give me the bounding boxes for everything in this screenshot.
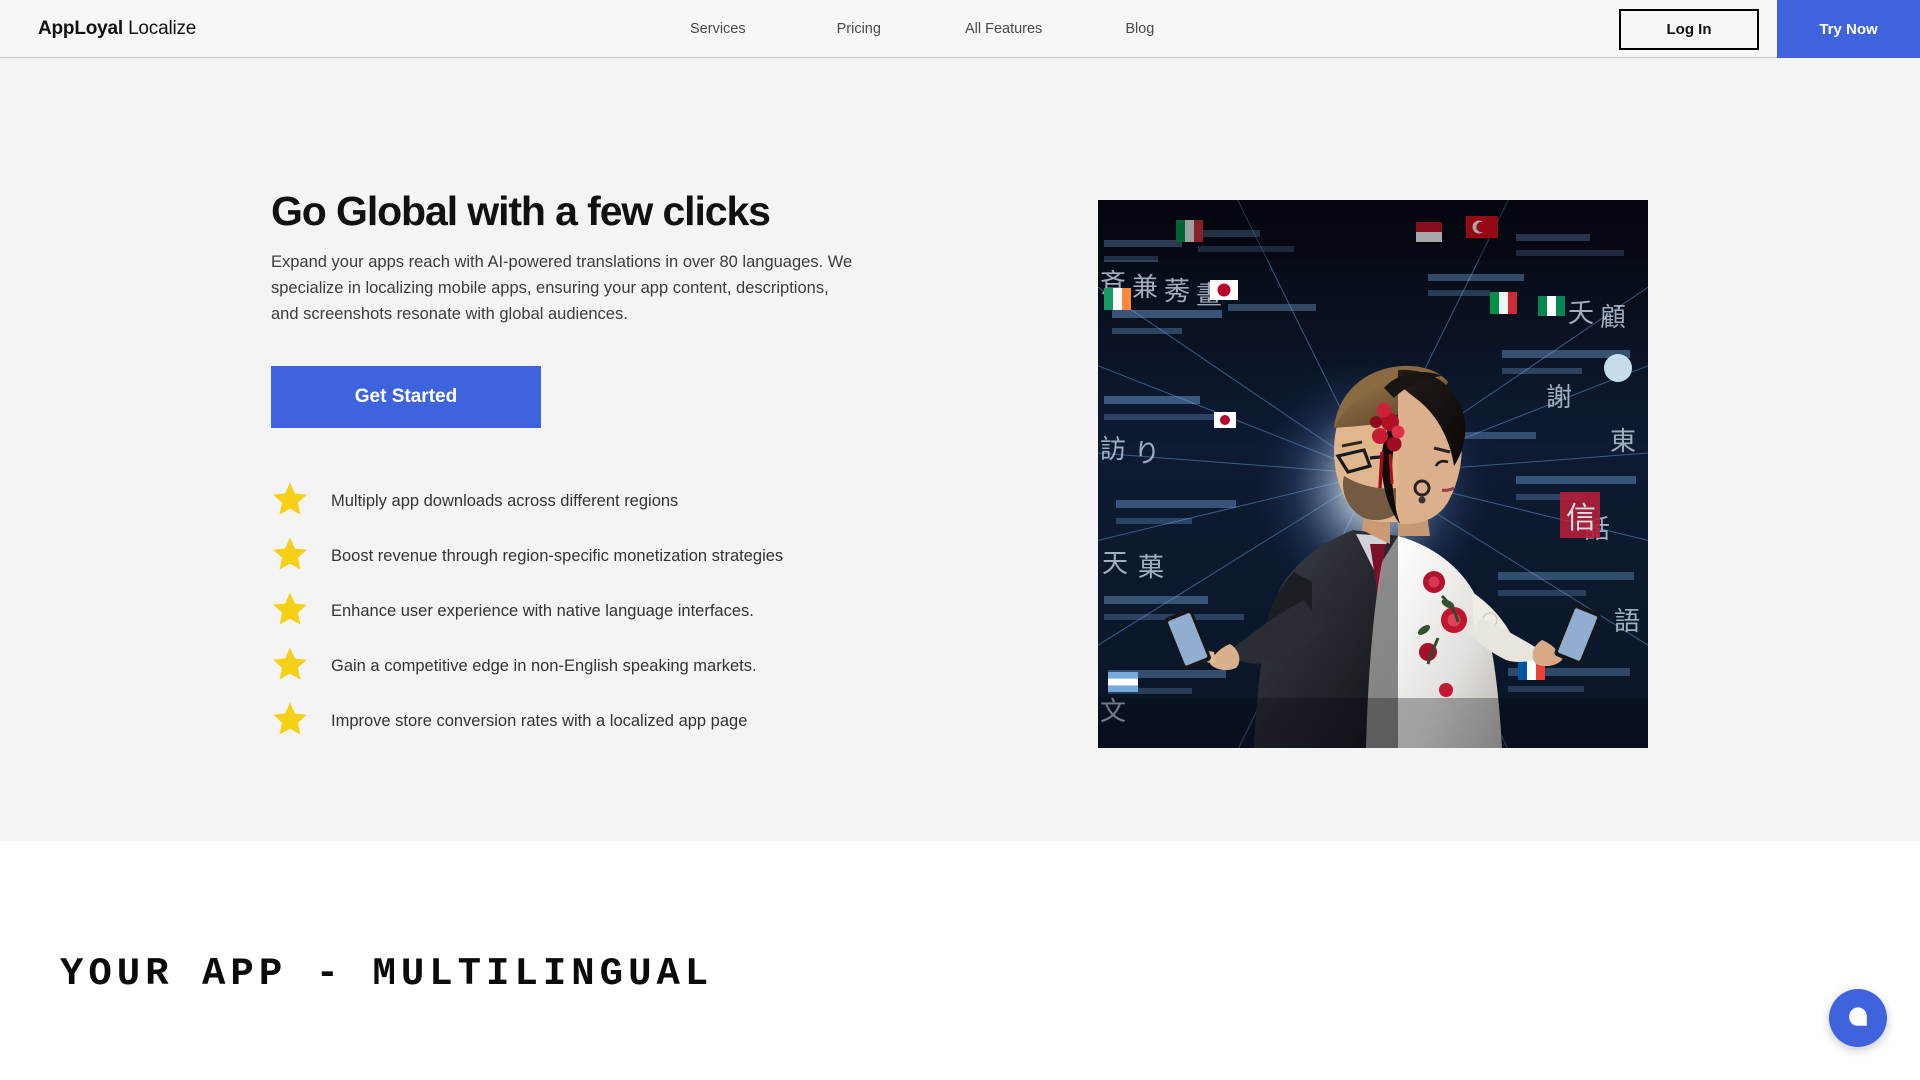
benefits-list: Multiply app downloads across different … <box>271 482 871 742</box>
svg-text:兼: 兼 <box>1132 273 1158 303</box>
list-item: Multiply app downloads across different … <box>271 482 871 522</box>
login-button[interactable]: Log In <box>1619 8 1759 50</box>
nav-link-pricing[interactable]: Pricing <box>837 15 881 43</box>
benefit-text: Boost revenue through region-specific mo… <box>331 547 784 566</box>
nav-link-all-features[interactable]: All Features <box>965 15 1042 43</box>
star-icon <box>271 480 309 518</box>
benefit-text: Gain a competitive edge in non-English s… <box>331 657 757 676</box>
list-item: Enhance user experience with native lang… <box>271 592 871 632</box>
benefit-text: Multiply app downloads across different … <box>331 492 679 511</box>
star-icon <box>271 700 309 738</box>
brand-logo[interactable]: AppLoyal Localize <box>38 18 196 40</box>
hero-subtitle: Expand your apps reach with AI-powered t… <box>271 253 853 324</box>
brand-name-secondary: Localize <box>128 17 197 39</box>
svg-text:語: 語 <box>1614 607 1640 637</box>
svg-text:天: 天 <box>1102 549 1128 579</box>
main-navigation: Services Pricing All Features Blog <box>690 15 1154 43</box>
site-header: AppLoyal Localize Services Pricing All F… <box>0 0 1920 58</box>
star-icon <box>271 590 309 628</box>
list-item: Improve store conversion rates with a lo… <box>271 702 871 742</box>
list-item: Gain a competitive edge in non-English s… <box>271 647 871 687</box>
list-item: Boost revenue through region-specific mo… <box>271 537 871 577</box>
svg-text:り: り <box>1134 439 1160 469</box>
try-now-button[interactable]: Try Now <box>1777 0 1920 58</box>
svg-text:夭: 夭 <box>1568 299 1594 329</box>
svg-text:訪: 訪 <box>1100 435 1126 465</box>
header-actions: Log In Try Now <box>1619 0 1920 58</box>
svg-text:東: 東 <box>1610 427 1636 457</box>
benefit-text: Enhance user experience with native lang… <box>331 602 754 621</box>
hero-image: 斉 兼 莠 畫 訪 り 天 菓 文 夭 顧 謝 東 語 信 <box>1098 200 1648 748</box>
benefit-text: Improve store conversion rates with a lo… <box>331 712 748 731</box>
nav-link-services[interactable]: Services <box>690 15 746 43</box>
star-icon <box>271 645 309 683</box>
svg-text:信: 信 <box>1566 501 1596 536</box>
svg-text:顧: 顧 <box>1600 303 1626 333</box>
page-title: Go Global with a few clicks <box>271 188 771 234</box>
brand-name-primary: AppLoyal <box>38 17 123 39</box>
svg-text:菓: 菓 <box>1138 553 1164 583</box>
svg-text:莠: 莠 <box>1164 277 1190 307</box>
nav-link-blog[interactable]: Blog <box>1125 15 1154 43</box>
multilingual-section: YOUR APP - MULTILINGUAL <box>0 841 1920 1080</box>
chat-widget-button[interactable] <box>1829 989 1887 1047</box>
section-heading-multilingual: YOUR APP - MULTILINGUAL <box>60 952 714 996</box>
get-started-button[interactable]: Get Started <box>271 366 541 429</box>
chat-bubble-icon <box>1846 1005 1870 1032</box>
star-icon <box>271 535 309 573</box>
hero-copy: Go Global with a few clicks Expand your … <box>271 188 871 759</box>
hero-section: Go Global with a few clicks Expand your … <box>0 58 1920 841</box>
